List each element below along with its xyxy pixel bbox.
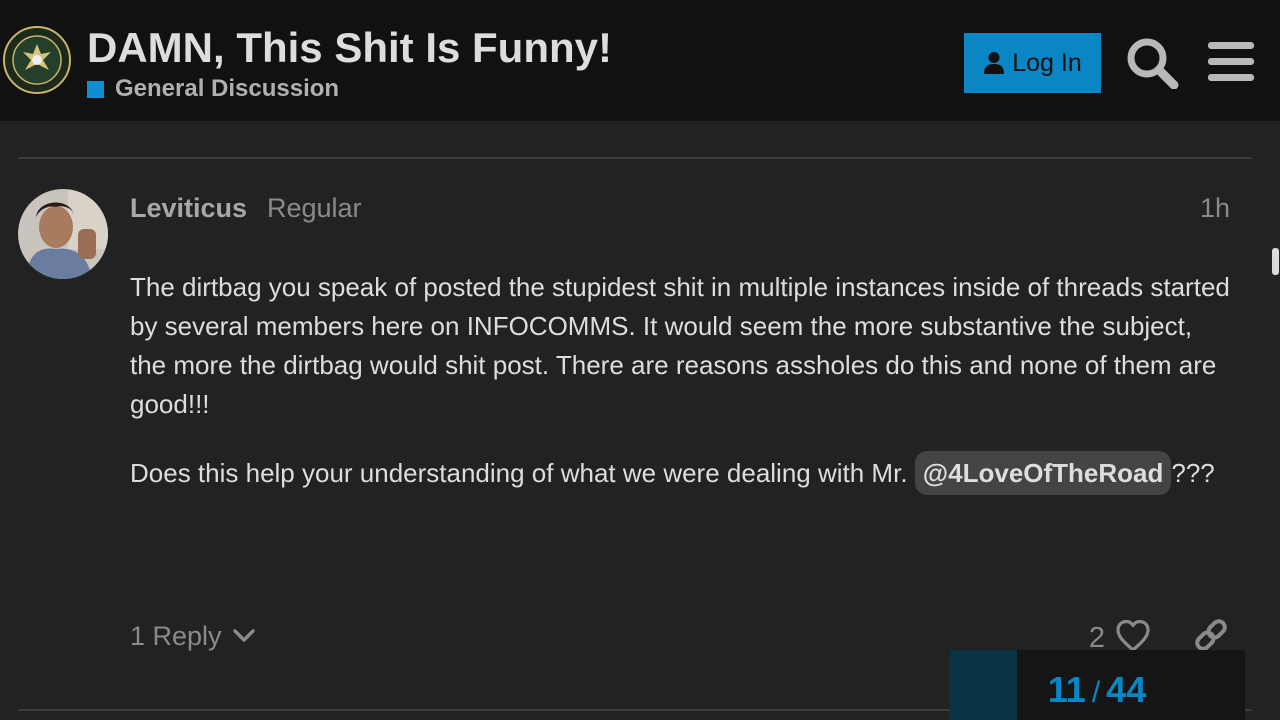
hamburger-menu-icon[interactable] — [1208, 41, 1254, 83]
avatar-image — [18, 189, 108, 279]
avatar[interactable] — [18, 189, 108, 279]
post-paragraph: Does this help your understanding of wha… — [130, 451, 1235, 495]
post-user-title: Regular — [267, 193, 362, 223]
link-icon[interactable] — [1193, 617, 1229, 653]
category-badge[interactable]: General Discussion — [87, 75, 340, 102]
category-color-swatch — [87, 80, 104, 98]
user-icon — [984, 52, 1005, 74]
post-date[interactable]: 1h — [1170, 192, 1230, 224]
timeline-current: 11 — [1047, 669, 1086, 710]
timeline-post-count[interactable]: 11/44 — [1017, 668, 1177, 715]
timeline-handle[interactable] — [950, 650, 1017, 720]
post-paragraph-suffix: ??? — [1171, 458, 1215, 488]
post-body: The dirtbag you speak of posted the stup… — [130, 268, 1235, 522]
post-username[interactable]: Leviticus — [130, 192, 247, 224]
timeline-separator: / — [1091, 676, 1101, 709]
post-divider-top — [18, 157, 1252, 159]
site-header: DAMN, This Shit Is Funny! General Discus… — [0, 0, 1280, 121]
search-icon[interactable] — [1125, 37, 1179, 89]
heart-icon[interactable] — [1115, 619, 1151, 653]
chevron-down-icon — [232, 629, 255, 642]
post-paragraph: The dirtbag you speak of posted the stup… — [130, 272, 1230, 419]
user-mention[interactable]: @4LoveOfTheRoad — [914, 451, 1172, 495]
replies-label: 1 Reply — [130, 620, 222, 651]
timeline-total: 44 — [1106, 669, 1147, 710]
army-seal-logo[interactable] — [3, 26, 71, 94]
category-name: General Discussion — [115, 75, 340, 102]
show-replies-button[interactable]: 1 Reply — [130, 617, 256, 655]
login-label: Log In — [1012, 48, 1082, 77]
post-paragraph-text: Does this help your understanding of wha… — [130, 458, 908, 488]
scrollbar-thumb[interactable] — [1272, 248, 1279, 275]
topic-title[interactable]: DAMN, This Shit Is Funny! — [87, 24, 612, 72]
login-button[interactable]: Log In — [964, 33, 1101, 93]
